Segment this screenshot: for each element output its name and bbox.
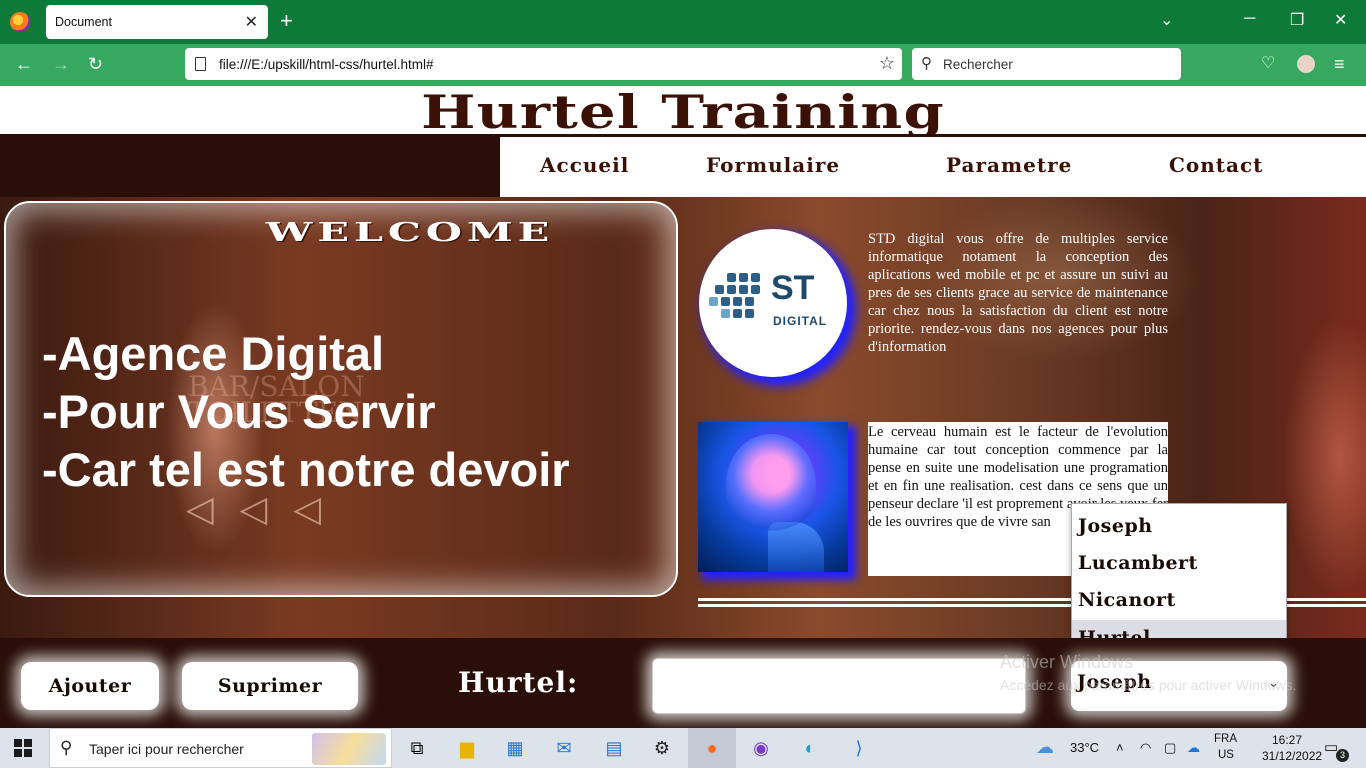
close-window-icon[interactable]: ✕ (1334, 10, 1347, 30)
private-browsing-icon[interactable]: ◉ (749, 737, 773, 759)
bookmark-star-icon[interactable]: ☆ (879, 53, 895, 74)
search-icon: ⚲ (921, 55, 932, 72)
weather-icon[interactable]: ☁ (1036, 737, 1054, 758)
meet-now-icon[interactable]: ▢ (1164, 740, 1176, 756)
dropdown-option[interactable]: Nicanort (1072, 582, 1286, 619)
url-bar[interactable]: file:///E:/upskill/html-css/hurtel.html#… (185, 48, 902, 80)
menu-icon[interactable]: ≡ (1334, 54, 1345, 74)
logo-grid-mark (709, 273, 765, 325)
tagline-2: -Pour Vous Servir (42, 385, 436, 438)
mail-icon[interactable]: ✉ (552, 737, 576, 759)
windows-start-icon[interactable] (14, 739, 32, 757)
delete-button[interactable]: Suprimer (182, 662, 358, 710)
minimize-icon[interactable]: ─ (1244, 10, 1255, 28)
account-avatar[interactable] (1297, 55, 1315, 73)
browser-search-box[interactable]: ⚲ Rechercher (912, 48, 1181, 80)
logo-brand: ST (771, 269, 815, 307)
clock-date: 31/12/2022 (1262, 749, 1323, 763)
onedrive-icon[interactable]: ☁ (1187, 740, 1200, 756)
taskbar-clock[interactable]: 16:27 31/12/2022 (1262, 732, 1323, 764)
brain-image (698, 422, 848, 572)
menu-item-parametre[interactable]: Parametre (946, 153, 1072, 177)
language-top[interactable]: FRA (1214, 733, 1237, 745)
tab-title: Document (55, 15, 112, 29)
search-icon: ⚲ (60, 738, 73, 757)
form-label: Hurtel: (458, 666, 579, 699)
firefox-taskbar-icon[interactable]: ● (700, 737, 724, 759)
activation-watermark-text: Accédez aux paramètres pour activer Wind… (1000, 677, 1297, 693)
tagline-3: -Car tel est notre devoir (42, 443, 570, 496)
firefox-icon[interactable] (10, 12, 30, 32)
tab-list-chevron-icon[interactable]: ⌄ (1160, 10, 1173, 30)
reload-icon[interactable]: ↻ (88, 54, 103, 74)
close-tab-icon[interactable]: ✕ (245, 12, 258, 32)
page-header: Hurtel Training (0, 85, 1366, 139)
menu-item-accueil[interactable]: Accueil (540, 153, 629, 177)
edge-icon[interactable]: ◐ (798, 737, 822, 759)
clock-time: 16:27 (1271, 733, 1303, 747)
main-menu: Accueil Formulaire Parametre Contact (500, 137, 1366, 197)
description-1: STD digital vous offre de multiples serv… (868, 231, 1168, 355)
forward-icon[interactable]: → (52, 54, 70, 74)
menu-item-contact[interactable]: Contact (1169, 153, 1263, 177)
url-text[interactable]: file:///E:/upskill/html-css/hurtel.html# (219, 57, 434, 72)
new-tab-icon[interactable]: + (280, 9, 293, 33)
menu-item-formulaire[interactable]: Formulaire (706, 153, 840, 177)
restore-icon[interactable]: ❐ (1290, 10, 1304, 30)
name-input[interactable] (652, 658, 1026, 714)
add-button[interactable]: Ajouter (21, 662, 159, 710)
store-icon[interactable]: ▦ (503, 737, 527, 759)
logo-sub: DIGITAL (773, 314, 828, 328)
settings-gear-icon[interactable]: ⚙ (650, 737, 674, 759)
windows-taskbar: ⚲ Taper ici pour rechercher ⧉ ▆ ▦ ✉ ▤ ⚙ … (0, 728, 1366, 768)
search-placeholder: Rechercher (943, 57, 1013, 72)
select-dropdown-list[interactable]: Joseph Lucambert Nicanort Hurtel (1071, 503, 1287, 659)
network-icon[interactable]: ◠ (1140, 740, 1151, 756)
page-icon (195, 57, 206, 71)
task-view-icon[interactable]: ⧉ (405, 737, 429, 759)
language-bottom[interactable]: US (1218, 749, 1234, 761)
st-digital-logo: ST DIGITAL (699, 229, 847, 377)
control-panel-icon[interactable]: ▤ (602, 737, 626, 759)
dropdown-option[interactable]: Joseph (1072, 508, 1286, 545)
browser-tab[interactable]: Document ✕ (46, 5, 268, 39)
activation-watermark-title: Activer Windows (1000, 652, 1134, 672)
back-icon[interactable]: ← (15, 54, 33, 74)
taskbar-search-placeholder: Taper ici pour rechercher (89, 741, 244, 757)
pocket-icon[interactable]: ♡ (1261, 54, 1275, 74)
notification-count-badge: 3 (1336, 749, 1349, 762)
dropdown-option[interactable]: Lucambert (1072, 545, 1286, 582)
taskbar-search[interactable]: ⚲ Taper ici pour rechercher (49, 728, 392, 768)
browser-tab-bar: Document ✕ + ⌄ ─ ❐ ✕ (0, 0, 1366, 44)
tagline-1: -Agence Digital (42, 327, 385, 380)
file-explorer-icon[interactable]: ▆ (455, 737, 479, 759)
vscode-icon[interactable]: ⟩ (847, 737, 871, 759)
site-title: Hurtel Training (421, 85, 945, 139)
weather-temperature[interactable]: 33°C (1070, 740, 1099, 755)
search-highlight-image (312, 733, 386, 765)
show-hidden-icons-icon[interactable]: ˄ (1116, 740, 1124, 755)
